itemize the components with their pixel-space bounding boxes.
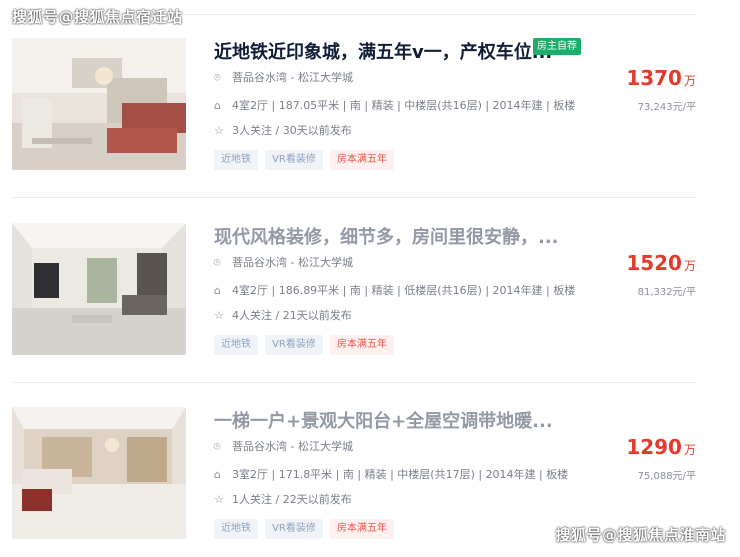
house-icon: ⌂ (214, 468, 221, 481)
divider (12, 382, 696, 383)
tag-near-subway: 近地铁 (214, 150, 258, 170)
location-pin-icon: ⌾ (214, 71, 221, 84)
tag-vr: VR看装修 (265, 335, 323, 355)
follow-info: 3人关注 / 30天以前发布 (232, 124, 352, 137)
total-price-value: 1370 (626, 66, 682, 90)
tag-vr: VR看装修 (265, 150, 323, 170)
house-info: 3室2厅 | 171.8平米 | 南 | 精装 | 中楼层(共17层) | 20… (232, 468, 569, 481)
tag-five-years: 房本满五年 (329, 335, 394, 355)
tag-near-subway: 近地铁 (214, 519, 258, 539)
house-info-row: ⌂ 3室2厅 | 171.8平米 | 南 | 精装 | 中楼层(共17层) | 2… (214, 466, 568, 482)
divider (12, 197, 696, 198)
follow-info-row: ☆ 3人关注 / 30天以前发布 (214, 122, 352, 138)
watermark-bottom: 搜狐号@搜狐焦点淮南站 (555, 526, 726, 544)
community-row: ⌾ 菩品谷水湾 - 松江大学城 (214, 69, 353, 85)
listing-title[interactable]: 一梯一户+景观大阳台+全屋空调带地暖... (214, 407, 553, 433)
total-price-unit: 万 (683, 74, 696, 88)
listing-card[interactable]: 近地铁近印象城，满五年v一，产权车位... 房主自荐 ⌾ 菩品谷水湾 - 松江大学… (0, 38, 740, 188)
star-icon: ☆ (214, 124, 224, 137)
location-pin-icon: ⌾ (214, 256, 221, 269)
community-name[interactable]: 菩品谷水湾 - 松江大学城 (232, 256, 353, 269)
listing-photo[interactable] (12, 223, 186, 355)
unit-price: 73,243元/平 (637, 102, 696, 113)
follow-info: 4人关注 / 21天以前发布 (232, 309, 352, 322)
tag-list: 近地铁 VR看装修 房本满五年 (214, 147, 396, 170)
house-info-row: ⌂ 4室2厅 | 186.89平米 | 南 | 精装 | 低楼层(共16层) | … (214, 282, 575, 298)
tag-near-subway: 近地铁 (214, 335, 258, 355)
follow-info: 1人关注 / 22天以前发布 (232, 493, 352, 506)
total-price: 1370 万 (626, 66, 696, 90)
follow-info-row: ☆ 1人关注 / 22天以前发布 (214, 491, 352, 507)
listing-title[interactable]: 近地铁近印象城，满五年v一，产权车位... (214, 38, 552, 64)
total-price-value: 1520 (626, 251, 682, 275)
listing-photo[interactable] (12, 407, 186, 539)
tag-vr: VR看装修 (265, 519, 323, 539)
tag-five-years: 房本满五年 (329, 519, 394, 539)
total-price-unit: 万 (683, 259, 696, 273)
house-info: 4室2厅 | 187.05平米 | 南 | 精装 | 中楼层(共16层) | 2… (232, 99, 576, 112)
house-icon: ⌂ (214, 99, 221, 112)
house-info: 4室2厅 | 186.89平米 | 南 | 精装 | 低楼层(共16层) | 2… (232, 284, 576, 297)
unit-price: 81,332元/平 (637, 287, 696, 298)
listing-photo[interactable] (12, 38, 186, 170)
listing-card[interactable]: 现代风格装修，细节多，房间里很安静，... ⌾ 菩品谷水湾 - 松江大学城 ⌂ 4室… (0, 223, 740, 373)
community-name[interactable]: 菩品谷水湾 - 松江大学城 (232, 440, 353, 453)
community-row: ⌾ 菩品谷水湾 - 松江大学城 (214, 438, 353, 454)
star-icon: ☆ (214, 493, 224, 506)
tag-five-years: 房本满五年 (329, 150, 394, 170)
total-price-value: 1290 (626, 435, 682, 459)
total-price: 1520 万 (626, 251, 696, 275)
community-row: ⌾ 菩品谷水湾 - 松江大学城 (214, 254, 353, 270)
follow-info-row: ☆ 4人关注 / 21天以前发布 (214, 307, 352, 323)
community-name[interactable]: 菩品谷水湾 - 松江大学城 (232, 71, 353, 84)
total-price-unit: 万 (683, 443, 696, 457)
house-info-row: ⌂ 4室2厅 | 187.05平米 | 南 | 精装 | 中楼层(共16层) | … (214, 97, 575, 113)
star-icon: ☆ (214, 309, 224, 322)
owner-recommend-badge: 房主自荐 (533, 38, 581, 55)
total-price: 1290 万 (626, 435, 696, 459)
unit-price: 75,088元/平 (637, 471, 696, 482)
tag-list: 近地铁 VR看装修 房本满五年 (214, 332, 396, 355)
location-pin-icon: ⌾ (214, 440, 221, 453)
listing-title[interactable]: 现代风格装修，细节多，房间里很安静，... (214, 223, 559, 249)
tag-list: 近地铁 VR看装修 房本满五年 (214, 516, 396, 539)
watermark-top: 搜狐号@搜狐焦点宿迁站 (12, 8, 183, 26)
house-icon: ⌂ (214, 284, 221, 297)
